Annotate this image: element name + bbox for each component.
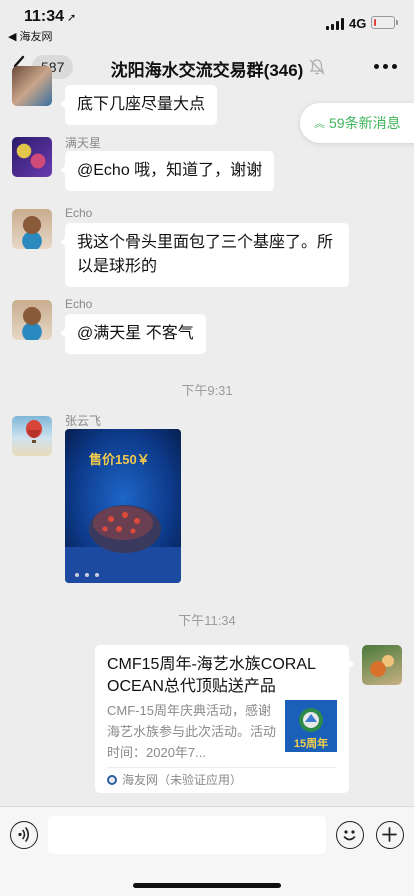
avatar[interactable] bbox=[362, 645, 402, 685]
more-button[interactable] bbox=[374, 64, 398, 70]
message-bubble[interactable]: @满天星 不客气 bbox=[60, 314, 206, 354]
timestamp: 下午9:31 bbox=[181, 383, 233, 398]
status-bar: 11:34 ➚ ◀ 海友网 4G bbox=[0, 0, 414, 44]
avatar[interactable] bbox=[12, 300, 52, 340]
link-card-description: CMF-15周年庆典活动，感谢海艺水族参与此次活动。活动时间：2020年7... bbox=[107, 703, 277, 760]
battery-icon bbox=[371, 16, 398, 29]
plus-icon[interactable] bbox=[376, 821, 404, 849]
sender-name: 满天星 bbox=[65, 136, 102, 150]
avatar[interactable] bbox=[12, 66, 52, 106]
battery-level bbox=[374, 19, 376, 26]
avatar[interactable] bbox=[12, 137, 52, 177]
price-tag: 售价150￥ bbox=[89, 452, 150, 467]
location-arrow-icon: ➚ bbox=[67, 12, 77, 24]
bell-muted-icon bbox=[308, 58, 326, 76]
coral-photo[interactable]: 售价150￥ bbox=[65, 429, 181, 583]
sender-name: 张云飞 bbox=[65, 414, 102, 428]
message-bubble[interactable]: 底下几座尽量大点 bbox=[59, 85, 218, 125]
chat-title: 沈阳海水交流交易群(346) bbox=[110, 61, 304, 80]
new-messages-button[interactable]: ︽ 59条新消息 bbox=[300, 103, 414, 143]
app-logo-icon bbox=[107, 775, 117, 785]
network-type: 4G bbox=[349, 16, 367, 31]
home-indicator bbox=[133, 883, 281, 888]
voice-icon[interactable] bbox=[10, 821, 38, 849]
sender-name: Echo bbox=[65, 297, 93, 311]
link-card[interactable]: CMF15周年-海艺水族CORAL OCEAN总代顶贴送产品 CMF-15周年庆… bbox=[95, 645, 354, 793]
message-bubble[interactable]: @Echo 哦，知道了，谢谢 bbox=[59, 151, 275, 191]
double-chevron-up-icon: ︽ bbox=[314, 118, 325, 130]
signal-icon bbox=[326, 18, 344, 30]
hot-air-balloon-icon bbox=[26, 420, 42, 443]
chat-header: 587 沈阳海水交流交易群(346) bbox=[0, 44, 414, 90]
message-bubble[interactable]: 我这个骨头里面包了三个基座了。所以是球形的 bbox=[60, 223, 349, 287]
link-card-source: 海友网（未验证应用） bbox=[107, 772, 242, 788]
avatar[interactable] bbox=[12, 209, 52, 249]
back-to-app-link[interactable]: ◀ 海友网 bbox=[8, 28, 53, 44]
timestamp: 下午11:34 bbox=[178, 613, 236, 628]
link-card-title: CMF15周年-海艺水族CORAL OCEAN总代顶贴送产品 bbox=[107, 656, 316, 695]
status-time: 11:34 ➚ bbox=[24, 8, 77, 25]
new-messages-label: 59条新消息 bbox=[329, 115, 401, 131]
divider bbox=[107, 767, 337, 768]
avatar[interactable] bbox=[12, 416, 52, 456]
emoji-icon[interactable] bbox=[336, 821, 364, 849]
message-input[interactable] bbox=[48, 816, 326, 854]
thumbnail-label: 15周年 bbox=[293, 738, 329, 750]
link-card-thumbnail: 15周年 bbox=[285, 700, 337, 752]
sender-name: Echo bbox=[65, 206, 93, 220]
